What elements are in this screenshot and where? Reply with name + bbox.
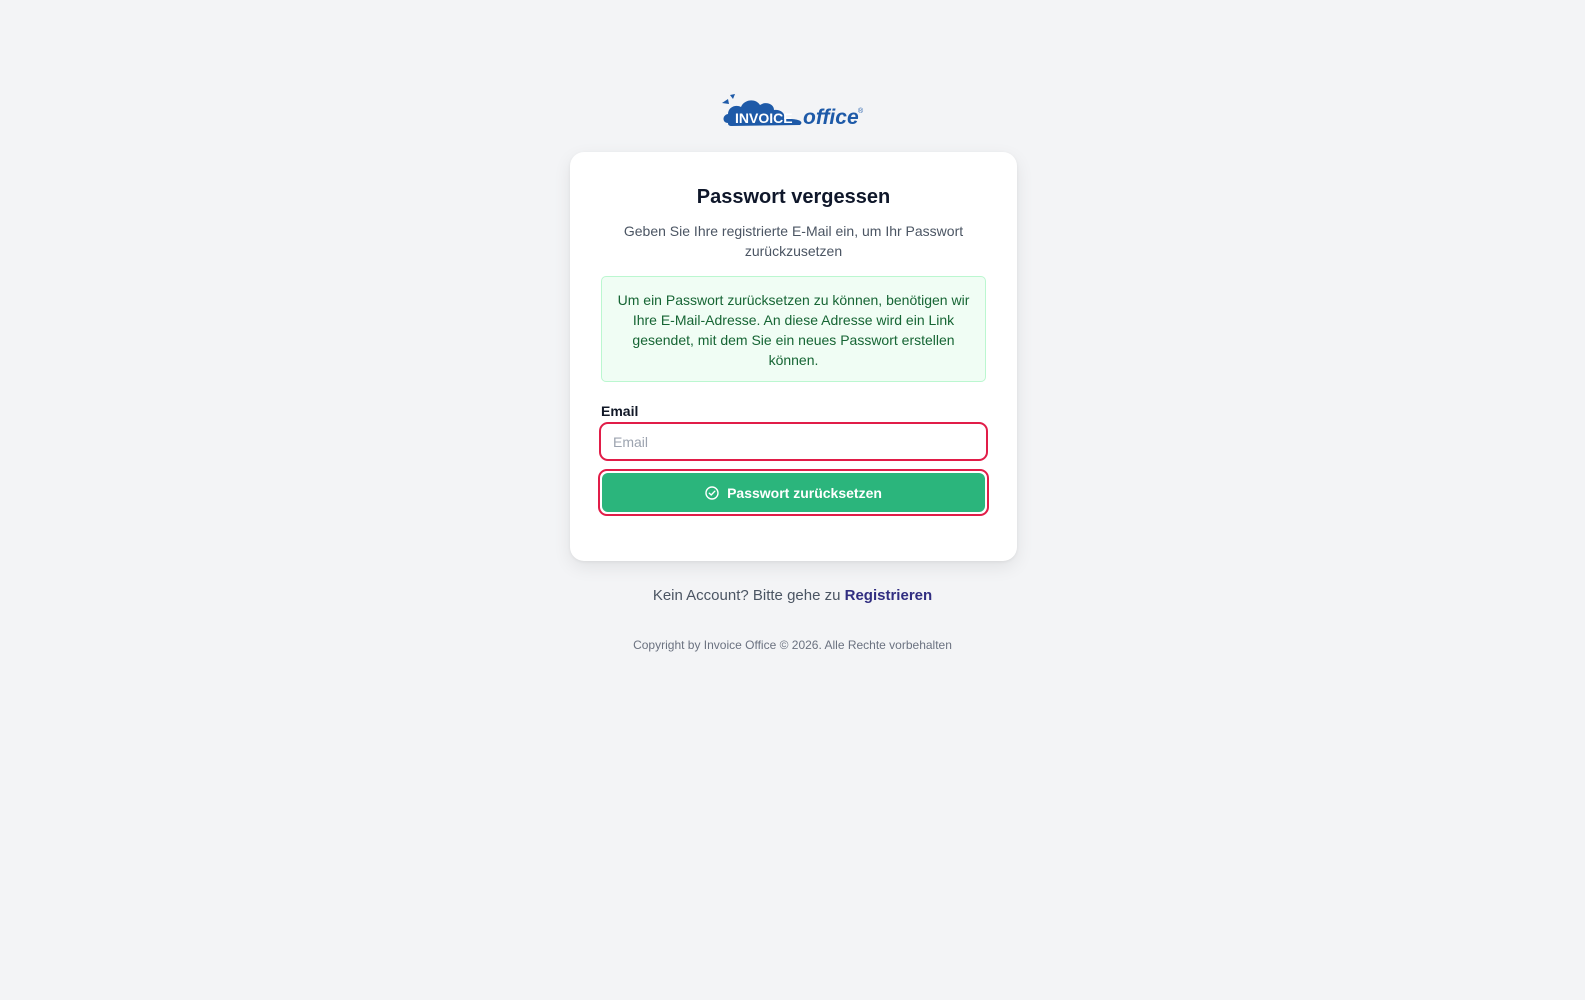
forgot-password-page: INVOICE office ® Passwort vergessen Gebe… <box>0 0 1585 1000</box>
invoice-office-logo: INVOICE office ® <box>720 93 866 129</box>
card-title: Passwort vergessen <box>696 186 891 208</box>
invoice-office-logo-graphic: INVOICE office ® <box>722 94 864 129</box>
logo-registered-mark: ® <box>858 107 864 115</box>
info-alert: Um ein Passwort zurücksetzen zu können, … <box>601 276 986 382</box>
email-label: Email <box>601 403 639 419</box>
reset-password-button-label: Passwort zurücksetzen <box>727 484 882 501</box>
check-circle-icon <box>705 485 719 500</box>
reset-password-button[interactable]: Passwort zurücksetzen <box>602 473 985 512</box>
forgot-password-card: Passwort vergessen Geben Sie Ihre regist… <box>570 152 1017 561</box>
submit-button-highlight: Passwort zurücksetzen <box>598 469 989 516</box>
email-input[interactable] <box>599 422 988 461</box>
card-subtitle: Geben Sie Ihre registrierte E-Mail ein, … <box>623 223 964 259</box>
register-prompt-text: Kein Account? Bitte gehe zu <box>652 587 841 604</box>
register-prompt: Kein Account? Bitte gehe zu Registrieren <box>0 587 1585 604</box>
copyright-text: Copyright by Invoice Office © 2026. Alle… <box>633 638 952 652</box>
logo-word-invoice: INVOICE <box>735 110 793 126</box>
register-link[interactable]: Registrieren <box>845 587 933 604</box>
logo-word-office: office <box>803 106 859 129</box>
